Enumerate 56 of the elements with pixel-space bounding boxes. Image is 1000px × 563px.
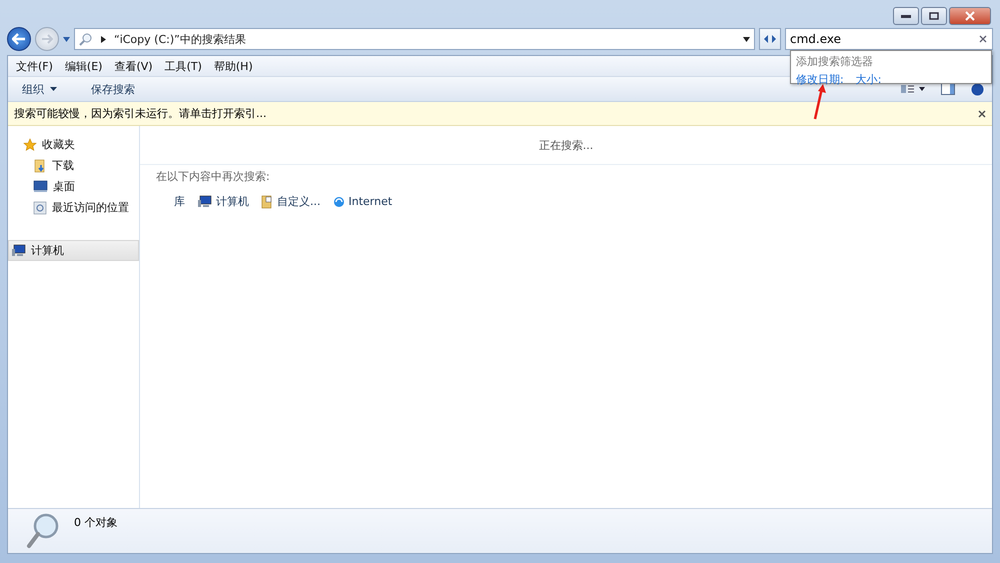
menu-item[interactable]: 编辑(E) — [58, 58, 108, 74]
refresh-icon — [763, 33, 777, 45]
back-arrow-icon — [12, 33, 26, 45]
address-bar[interactable]: “iCopy (C:)”中的搜索结果 — [74, 28, 755, 50]
close-icon[interactable] — [978, 110, 986, 118]
item-count: 0 个对象 — [74, 515, 118, 530]
toolbar-button[interactable]: 保存搜索 — [85, 80, 141, 98]
sidebar-item[interactable]: 最近访问的位置 — [8, 197, 139, 218]
close-button[interactable] — [949, 7, 991, 25]
maximize-icon — [929, 12, 939, 20]
star-icon — [23, 138, 37, 152]
search-location-link[interactable]: 库 — [174, 194, 185, 209]
search-field[interactable]: cmd.exe — [785, 28, 993, 50]
organize-menu[interactable]: 组织 — [16, 80, 63, 98]
annotation-arrow — [812, 84, 826, 120]
forward-arrow-icon — [41, 34, 53, 44]
caret-icon[interactable] — [743, 36, 750, 42]
recent-places-icon — [33, 200, 47, 214]
menu-item[interactable]: 查看(V) — [108, 58, 159, 74]
globe-icon — [332, 196, 344, 208]
computer-icon — [197, 195, 212, 208]
sidebar-item[interactable]: 计算机 — [8, 240, 139, 261]
magnifier-icon — [26, 513, 60, 551]
suggestions-heading: 添加搜索筛选器 — [796, 54, 874, 69]
close-icon — [965, 11, 975, 21]
search-location-link[interactable]: Internet — [332, 194, 392, 209]
sidebar-item[interactable]: 桌面 — [8, 176, 139, 197]
computer-icon — [11, 244, 26, 257]
folder-icon — [261, 194, 273, 208]
minimize-button[interactable] — [893, 7, 919, 25]
maximize-button[interactable] — [921, 7, 947, 25]
filter-link[interactable]: 大小: — [856, 72, 882, 87]
menu-item[interactable]: 帮助(H) — [208, 58, 259, 74]
search-again-label: 在以下内容中再次搜索: — [155, 169, 271, 185]
help-icon[interactable] — [971, 82, 984, 96]
clear-icon[interactable] — [979, 35, 987, 43]
sidebar-item[interactable]: 下载 — [8, 155, 139, 176]
search-status: 正在搜索... — [140, 126, 992, 165]
desktop-icon — [33, 180, 48, 193]
preview-pane-icon[interactable] — [941, 83, 955, 95]
address-path: “iCopy (C:)”中的搜索结果 — [114, 32, 247, 46]
menu-item[interactable]: 文件(F) — [10, 58, 59, 74]
search-location-link[interactable]: 计算机 — [197, 194, 249, 209]
minimize-icon — [901, 14, 911, 18]
chevron-icon[interactable] — [101, 36, 106, 42]
sidebar-item[interactable]: 收藏夹 — [8, 134, 139, 155]
back-button[interactable] — [7, 27, 31, 51]
menu-item[interactable]: 工具(T) — [158, 58, 208, 74]
info-bar-message[interactable]: 搜索可能较慢，因为索引未运行。请单击打开索引... — [14, 106, 266, 121]
search-location-link[interactable]: 自定义... — [261, 194, 320, 209]
caret-icon — [50, 87, 57, 91]
view-options-icon[interactable] — [901, 84, 925, 94]
search-icon — [79, 32, 93, 46]
refresh-button[interactable] — [759, 28, 781, 50]
filter-link[interactable]: 修改日期: — [796, 72, 844, 87]
download-folder-icon — [33, 158, 47, 172]
